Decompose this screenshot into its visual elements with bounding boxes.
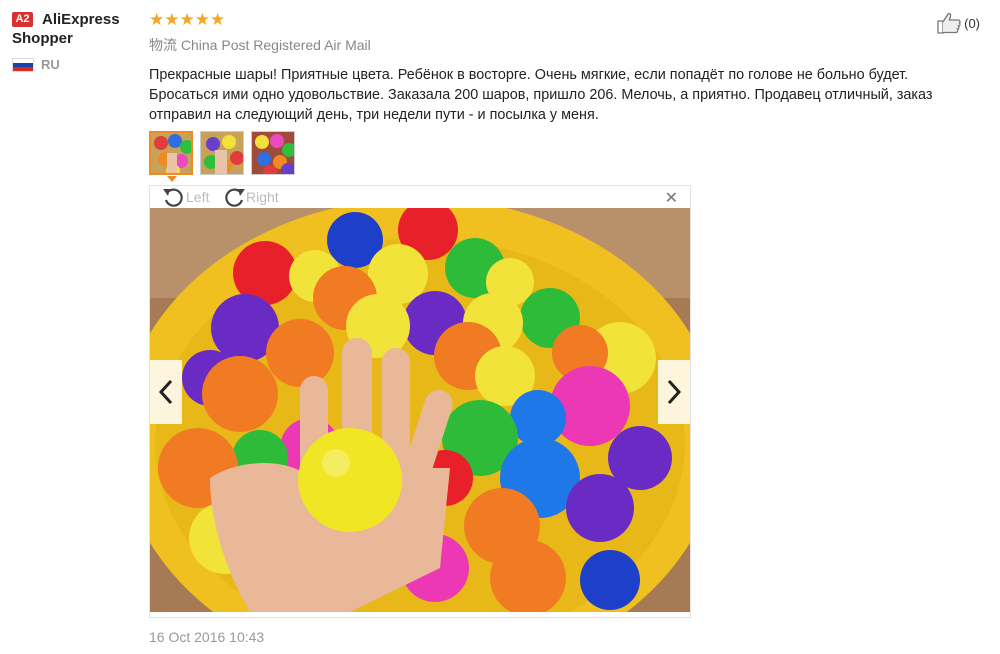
rotate-right-button[interactable]: Right (222, 186, 279, 208)
thumbnail-image (252, 132, 294, 174)
star-rating: ★★★★★ (149, 10, 226, 29)
reviewer-name-line2: Shopper (12, 30, 73, 47)
active-thumbnail-indicator (167, 176, 177, 182)
reviewer-info: A2 AliExpress Shopper RU (12, 11, 142, 72)
balls-in-bowl-image (150, 208, 690, 612)
thumbnail-2[interactable] (200, 131, 244, 175)
reviewer-name: AliExpress (42, 11, 120, 28)
rotate-left-button[interactable]: Left (162, 186, 209, 208)
country-code: RU (41, 57, 60, 72)
thumbnail-image (151, 133, 191, 173)
review-photo (150, 208, 690, 612)
user-level-badge: A2 (12, 12, 33, 27)
shipping-method: 物流 China Post Registered Air Mail (149, 37, 371, 53)
russia-flag-icon (12, 57, 34, 72)
rotate-left-label: Left (186, 189, 210, 205)
image-viewer: Left Right ✕ (149, 185, 691, 618)
rotate-right-icon (225, 188, 245, 207)
thumbnail-1[interactable] (149, 131, 193, 175)
thumbnail-3[interactable] (251, 131, 295, 175)
review-text: Прекрасные шары! Приятные цвета. Ребёнок… (149, 67, 933, 123)
photo-thumbnails (149, 131, 295, 175)
thumbnail-image (201, 132, 243, 174)
rotate-left-icon (163, 188, 183, 207)
review-page: A2 AliExpress Shopper RU (0) ★★★★★ 物流 Ch… (0, 0, 1000, 654)
next-photo-button[interactable] (658, 360, 690, 424)
review-date: 16 Oct 2016 10:43 (149, 629, 265, 645)
review-body: ★★★★★ 物流 China Post Registered Air Mail … (149, 11, 969, 125)
chevron-left-icon (158, 379, 173, 405)
viewer-toolbar: Left Right ✕ (150, 186, 690, 208)
previous-photo-button[interactable] (150, 360, 182, 424)
chevron-right-icon (667, 379, 682, 405)
reviewer-country: RU (12, 57, 142, 72)
rotate-right-label: Right (246, 189, 279, 205)
close-icon[interactable]: ✕ (665, 188, 678, 208)
